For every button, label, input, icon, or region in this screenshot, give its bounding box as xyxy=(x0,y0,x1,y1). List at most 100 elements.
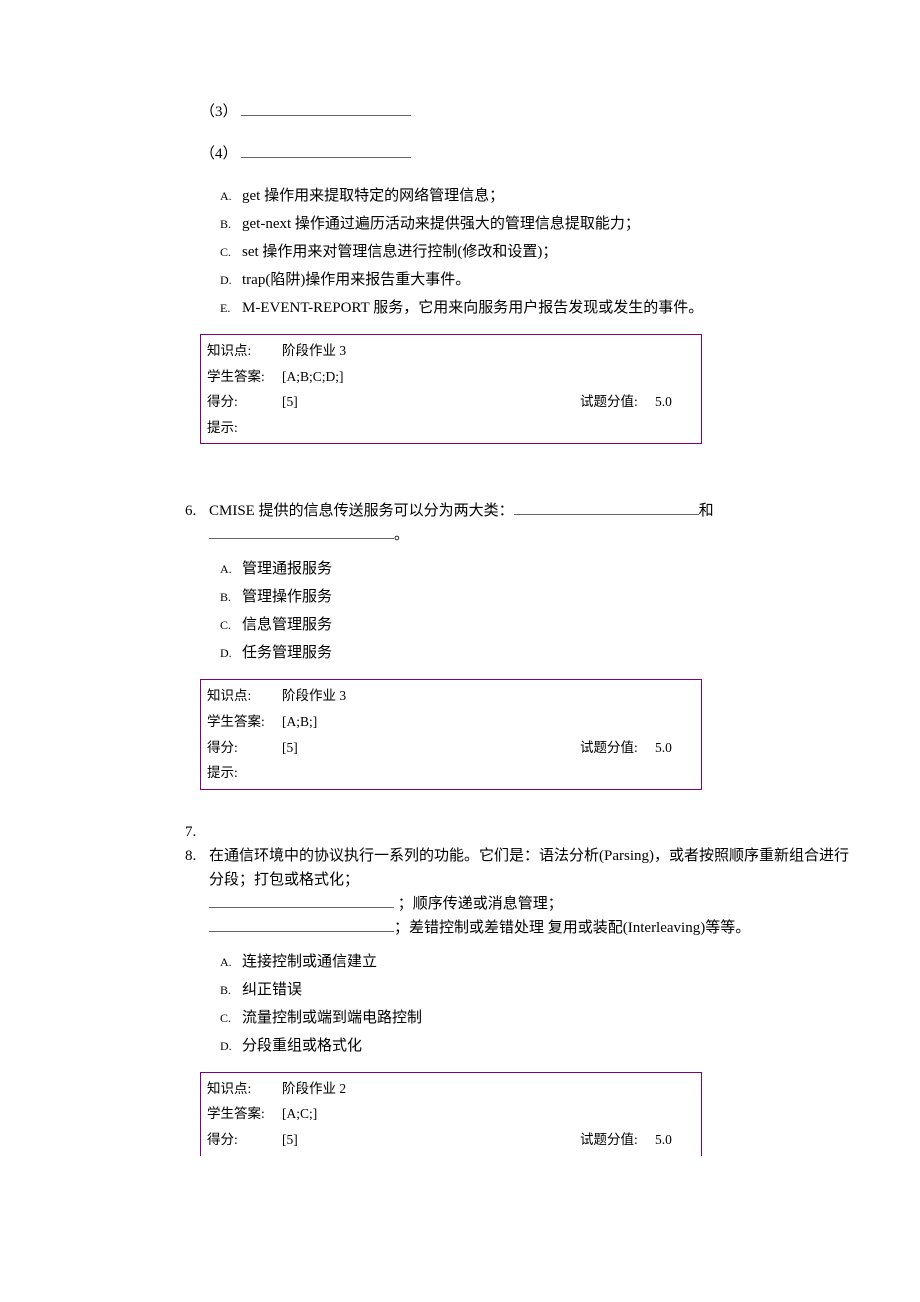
options-list: A.管理通报服务 B.管理操作服务 C.信息管理服务 D.任务管理服务 xyxy=(220,557,850,665)
option-letter: B. xyxy=(220,215,242,234)
question-6: 6. CMISE 提供的信息传送服务可以分为两大类： 和 。 A.管理通报服务 B… xyxy=(70,499,850,789)
option-text: get-next 操作通过遍历活动来提供强大的管理信息提取能力； xyxy=(242,212,640,236)
options-list: A.连接控制或通信建立 B.纠正错误 C.流量控制或端到端电路控制 D.分段重组… xyxy=(220,950,850,1058)
option-text: M-EVENT-REPORT 服务，它用来向服务用户报告发现或发生的事件。 xyxy=(242,296,703,320)
option-text: 纠正错误 xyxy=(242,978,302,1002)
score-value: [5] xyxy=(282,1129,580,1151)
score-label: 得分: xyxy=(207,391,282,413)
kp-value: 阶段作业 3 xyxy=(282,340,695,362)
question-7: 7. xyxy=(185,820,850,844)
option-letter: B. xyxy=(220,981,242,1000)
option-d: D.分段重组或格式化 xyxy=(220,1034,850,1058)
answer-value: [A;B;C;D;] xyxy=(282,366,695,388)
score-value: [5] xyxy=(282,737,580,759)
option-d: D.任务管理服务 xyxy=(220,641,850,665)
option-text: 任务管理服务 xyxy=(242,641,332,665)
question-number: 7. xyxy=(185,820,209,844)
option-text: 管理通报服务 xyxy=(242,557,332,581)
option-c: C.流量控制或端到端电路控制 xyxy=(220,1006,850,1030)
option-text: 连接控制或通信建立 xyxy=(242,950,377,974)
option-letter: A. xyxy=(220,560,242,579)
qval-label: 试题分值: xyxy=(580,1129,655,1151)
option-b: B.管理操作服务 xyxy=(220,585,850,609)
answer-box: 知识点:阶段作业 3 学生答案:[A;B;C;D;] 得分:[5]试题分值:5.… xyxy=(200,334,702,444)
option-text: 管理操作服务 xyxy=(242,585,332,609)
option-letter: C. xyxy=(220,616,242,635)
question-text: 在通信环境中的协议执行一系列的功能。它们是：语法分析(Parsing)，或者按照… xyxy=(209,844,850,940)
hint-value xyxy=(282,762,695,784)
kp-label: 知识点: xyxy=(207,1078,282,1100)
option-b: B.纠正错误 xyxy=(220,978,850,1002)
fill-blank-4: （4） xyxy=(200,142,850,166)
answer-label: 学生答案: xyxy=(207,366,282,388)
stem-text: ；顺序传递或消息管理； xyxy=(394,896,563,912)
option-text: trap(陷阱)操作用来报告重大事件。 xyxy=(242,268,470,292)
hint-label: 提示: xyxy=(207,417,282,439)
option-d: D.trap(陷阱)操作用来报告重大事件。 xyxy=(220,268,850,292)
blank-line xyxy=(209,916,394,932)
option-letter: C. xyxy=(220,1009,242,1028)
question-stem: 6. CMISE 提供的信息传送服务可以分为两大类： 和 。 xyxy=(185,499,850,547)
option-c: C.set 操作用来对管理信息进行控制(修改和设置)； xyxy=(220,240,850,264)
stem-text: 。 xyxy=(394,527,409,543)
fill-label: （3） xyxy=(200,104,238,120)
answer-value: [A;C;] xyxy=(282,1103,695,1125)
qval-label: 试题分值: xyxy=(580,737,655,759)
stem-text: 和 xyxy=(699,503,714,519)
option-letter: E. xyxy=(220,299,242,318)
answer-value: [A;B;] xyxy=(282,711,695,733)
score-value: [5] xyxy=(282,391,580,413)
kp-value: 阶段作业 3 xyxy=(282,685,695,707)
kp-label: 知识点: xyxy=(207,685,282,707)
option-a: A.管理通报服务 xyxy=(220,557,850,581)
option-a: A.get 操作用来提取特定的网络管理信息； xyxy=(220,184,850,208)
kp-label: 知识点: xyxy=(207,340,282,362)
answer-label: 学生答案: xyxy=(207,711,282,733)
option-letter: B. xyxy=(220,588,242,607)
score-label: 得分: xyxy=(207,1129,282,1151)
option-text: 分段重组或格式化 xyxy=(242,1034,362,1058)
option-text: get 操作用来提取特定的网络管理信息； xyxy=(242,184,504,208)
answer-box: 知识点:阶段作业 2 学生答案:[A;C;] 得分:[5]试题分值:5.0 xyxy=(200,1072,702,1156)
option-e: E.M-EVENT-REPORT 服务，它用来向服务用户报告发现或发生的事件。 xyxy=(220,296,850,320)
kp-value: 阶段作业 2 xyxy=(282,1078,695,1100)
option-b: B.get-next 操作通过遍历活动来提供强大的管理信息提取能力； xyxy=(220,212,850,236)
blank-line xyxy=(241,100,411,116)
blank-line xyxy=(514,499,699,515)
fill-blank-3: （3） xyxy=(200,100,850,124)
option-text: 流量控制或端到端电路控制 xyxy=(242,1006,422,1030)
option-letter: D. xyxy=(220,644,242,663)
stem-text: 在通信环境中的协议执行一系列的功能。它们是：语法分析(Parsing)，或者按照… xyxy=(209,848,849,888)
question-8: 8. 在通信环境中的协议执行一系列的功能。它们是：语法分析(Parsing)，或… xyxy=(70,844,850,1156)
option-letter: A. xyxy=(220,953,242,972)
option-letter: D. xyxy=(220,1037,242,1056)
stem-text: CMISE 提供的信息传送服务可以分为两大类： xyxy=(209,503,514,519)
question-text: CMISE 提供的信息传送服务可以分为两大类： 和 。 xyxy=(209,499,850,547)
option-letter: D. xyxy=(220,271,242,290)
blank-line xyxy=(241,142,411,158)
answer-label: 学生答案: xyxy=(207,1103,282,1125)
options-list: A.get 操作用来提取特定的网络管理信息； B.get-next 操作通过遍历… xyxy=(220,184,850,320)
option-c: C.信息管理服务 xyxy=(220,613,850,637)
option-letter: C. xyxy=(220,243,242,262)
option-letter: A. xyxy=(220,187,242,206)
answer-box: 知识点:阶段作业 3 学生答案:[A;B;] 得分:[5]试题分值:5.0 提示… xyxy=(200,679,702,789)
qval-value: 5.0 xyxy=(655,391,695,413)
question-stem: 8. 在通信环境中的协议执行一系列的功能。它们是：语法分析(Parsing)，或… xyxy=(185,844,850,940)
hint-value xyxy=(282,417,695,439)
qval-label: 试题分值: xyxy=(580,391,655,413)
question-5-fragment: （3） （4） A.get 操作用来提取特定的网络管理信息； B.get-nex… xyxy=(70,100,850,444)
question-number: 6. xyxy=(185,499,209,523)
stem-text: ；差错控制或差错处理 复用或装配(Interleaving)等等。 xyxy=(394,920,750,936)
blank-line xyxy=(209,892,394,908)
hint-label: 提示: xyxy=(207,762,282,784)
option-a: A.连接控制或通信建立 xyxy=(220,950,850,974)
blank-line xyxy=(209,523,394,539)
qval-value: 5.0 xyxy=(655,737,695,759)
option-text: 信息管理服务 xyxy=(242,613,332,637)
score-label: 得分: xyxy=(207,737,282,759)
qval-value: 5.0 xyxy=(655,1129,695,1151)
fill-label: （4） xyxy=(200,146,238,162)
question-number: 8. xyxy=(185,844,209,868)
option-text: set 操作用来对管理信息进行控制(修改和设置)； xyxy=(242,240,557,264)
